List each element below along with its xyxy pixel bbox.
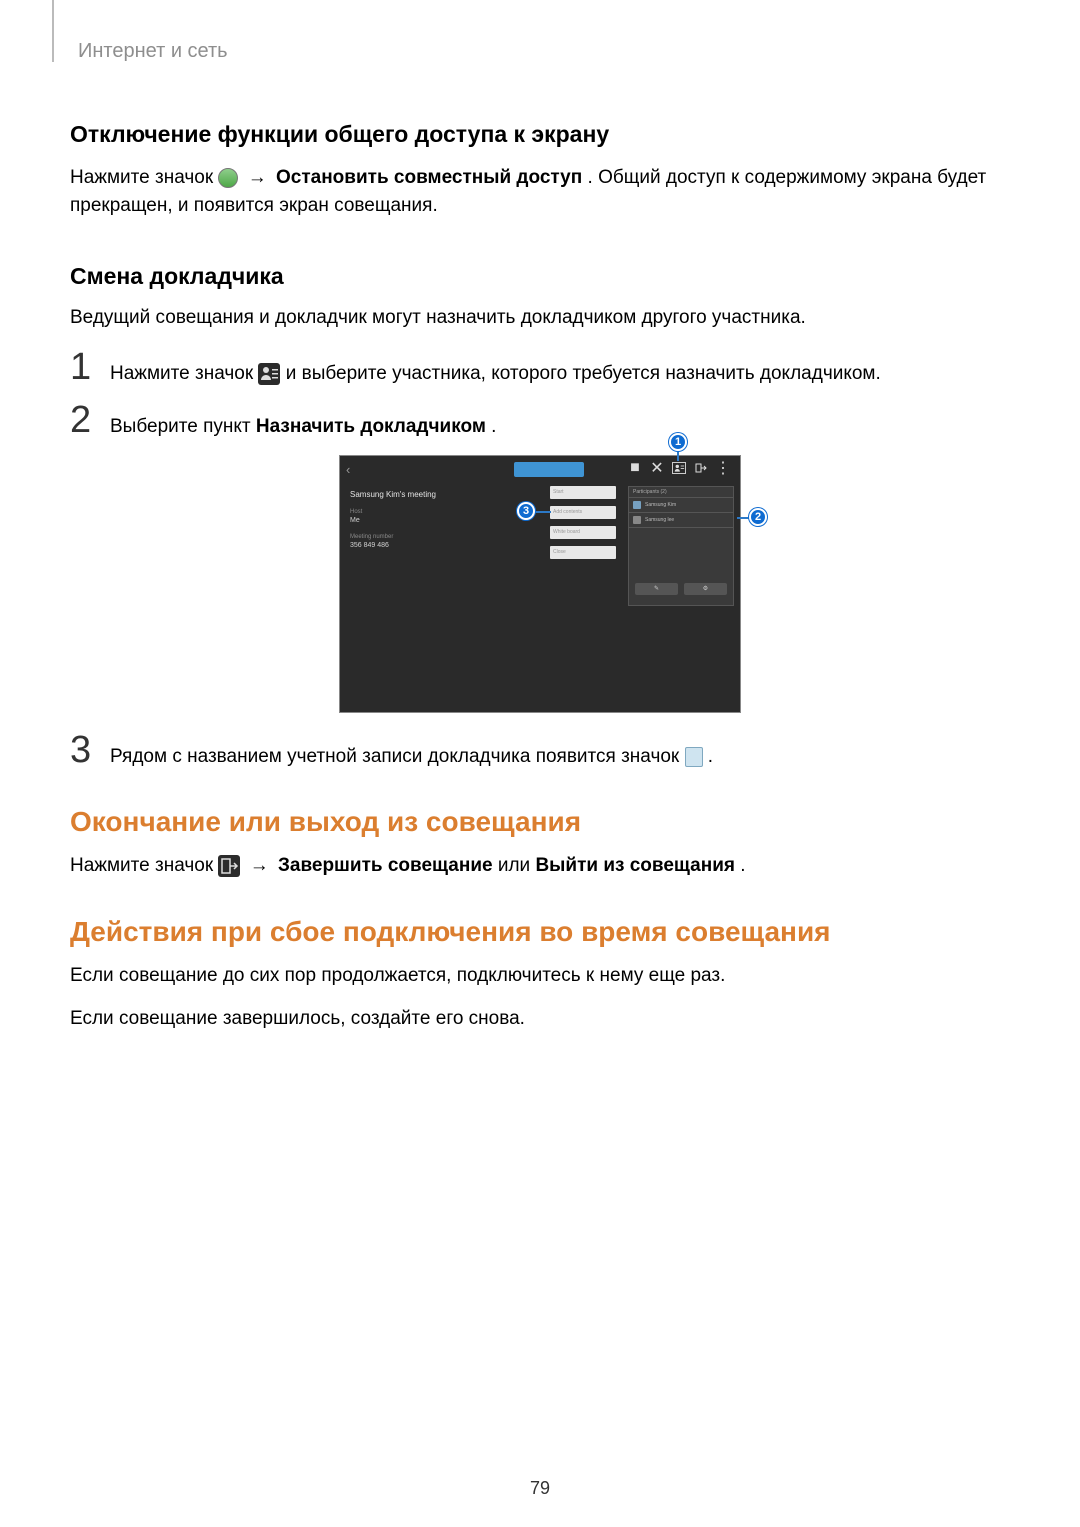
- doc-item: Start: [550, 486, 616, 499]
- doc-item: Add contents: [550, 506, 616, 519]
- arrow-icon: →: [244, 167, 276, 188]
- edit-button: ✎: [635, 583, 678, 595]
- share-screen-button: [514, 462, 584, 477]
- video-icon: ■: [628, 462, 642, 474]
- step-1: 1 Нажмите значок и выберите участника, к…: [70, 348, 1010, 388]
- callout-2: 2: [749, 508, 767, 526]
- text: Нажмите значок: [70, 855, 218, 876]
- page-number: 79: [0, 1478, 1080, 1499]
- bold-text: Остановить совместный доступ: [276, 167, 582, 188]
- exit-icon: [694, 462, 708, 474]
- text: Выберите пункт: [110, 416, 256, 437]
- meeting-number-value: 356 849 486: [350, 542, 490, 549]
- left-rule: [52, 0, 54, 62]
- text: и выберите участника, которого требуется…: [286, 363, 881, 384]
- mute-icon: ✕: [650, 462, 664, 474]
- step-text: Нажмите значок и выберите участника, кот…: [110, 350, 881, 388]
- heading-reconnect: Действия при сбое подключения во время с…: [70, 916, 1010, 948]
- figure-wrap: ‹ ■ ✕ ⋮: [70, 455, 1010, 713]
- fig-left-panel: Samsung Kim's meeting Host Me Meeting nu…: [350, 490, 490, 559]
- doc-item: White board: [550, 526, 616, 539]
- callout-1: 1: [669, 433, 687, 451]
- step-number: 3: [70, 731, 110, 769]
- host-value: Me: [350, 517, 490, 524]
- fig-participants-panel: Participants (2) Samsung Kim Samsung lee…: [628, 486, 734, 606]
- page: Интернет и сеть Отключение функции общег…: [0, 0, 1080, 1033]
- para-change-presenter: Ведущий совещания и докладчик могут назн…: [70, 304, 1010, 332]
- bold-text: Назначить докладчиком: [256, 416, 486, 437]
- step-number: 1: [70, 348, 110, 386]
- text: .: [740, 855, 745, 876]
- bold-text: Завершить совещание: [278, 855, 493, 876]
- participants-icon: [258, 363, 280, 385]
- presenter-icon: [685, 747, 703, 767]
- participant-badge-icon: [633, 516, 641, 524]
- breadcrumb: Интернет и сеть: [78, 40, 1010, 63]
- fig-topbar: ‹ ■ ✕ ⋮: [346, 462, 734, 480]
- fig-docs: Start Add contents White board Close: [550, 486, 616, 566]
- text: .: [491, 416, 496, 437]
- participant-row: Samsung Kim: [629, 498, 733, 513]
- participant-name: Samsung lee: [645, 517, 674, 523]
- text: Рядом с названием учетной записи докладч…: [110, 746, 685, 767]
- step-text: Выберите пункт Назначить докладчиком .: [110, 403, 496, 441]
- participant-name: Samsung Kim: [645, 502, 676, 508]
- content: Отключение функции общего доступа к экра…: [70, 121, 1010, 1033]
- callout-3: 3: [517, 502, 535, 520]
- text: Нажмите значок: [110, 363, 258, 384]
- text: или: [498, 855, 536, 876]
- settings-button: ⚙: [684, 583, 727, 595]
- meeting-title: Samsung Kim's meeting: [350, 490, 490, 499]
- participant-row: Samsung lee: [629, 513, 733, 528]
- step-2: 2 Выберите пункт Назначить докладчиком .: [70, 401, 1010, 441]
- step-text: Рядом с названием учетной записи докладч…: [110, 733, 713, 771]
- arrow-icon: →: [246, 855, 278, 876]
- share-stop-icon: [218, 168, 238, 188]
- text: Нажмите значок: [70, 167, 218, 188]
- participants-header: Participants (2): [629, 487, 733, 498]
- back-icon: ‹: [346, 462, 350, 477]
- panel-buttons: ✎ ⚙: [629, 577, 733, 601]
- screenshot-figure: ‹ ■ ✕ ⋮: [339, 455, 741, 713]
- doc-item: Close: [550, 546, 616, 559]
- step-number: 2: [70, 401, 110, 439]
- para-end-meeting: Нажмите значок → Завершить совещание или…: [70, 852, 1010, 880]
- bold-text: Выйти из совещания: [535, 855, 735, 876]
- exit-meeting-icon: [218, 855, 240, 877]
- heading-change-presenter: Смена докладчика: [70, 263, 1010, 290]
- para-disable-share: Нажмите значок → Остановить совместный д…: [70, 164, 1010, 219]
- heading-disable-share: Отключение функции общего доступа к экра…: [70, 121, 1010, 148]
- participants-panel-icon: [672, 462, 686, 474]
- more-icon: ⋮: [716, 462, 730, 474]
- para-reconnect-2: Если совещание завершилось, создайте его…: [70, 1005, 1010, 1033]
- fig-toolbar: ■ ✕ ⋮: [628, 462, 730, 474]
- heading-end-meeting: Окончание или выход из совещания: [70, 806, 1010, 838]
- step-3: 3 Рядом с названием учетной записи докла…: [70, 731, 1010, 771]
- text: .: [708, 746, 713, 767]
- presenter-badge-icon: [633, 501, 641, 509]
- para-reconnect-1: Если совещание до сих пор продолжается, …: [70, 962, 1010, 990]
- meeting-number-label: Meeting number: [350, 534, 490, 540]
- host-label: Host: [350, 509, 490, 515]
